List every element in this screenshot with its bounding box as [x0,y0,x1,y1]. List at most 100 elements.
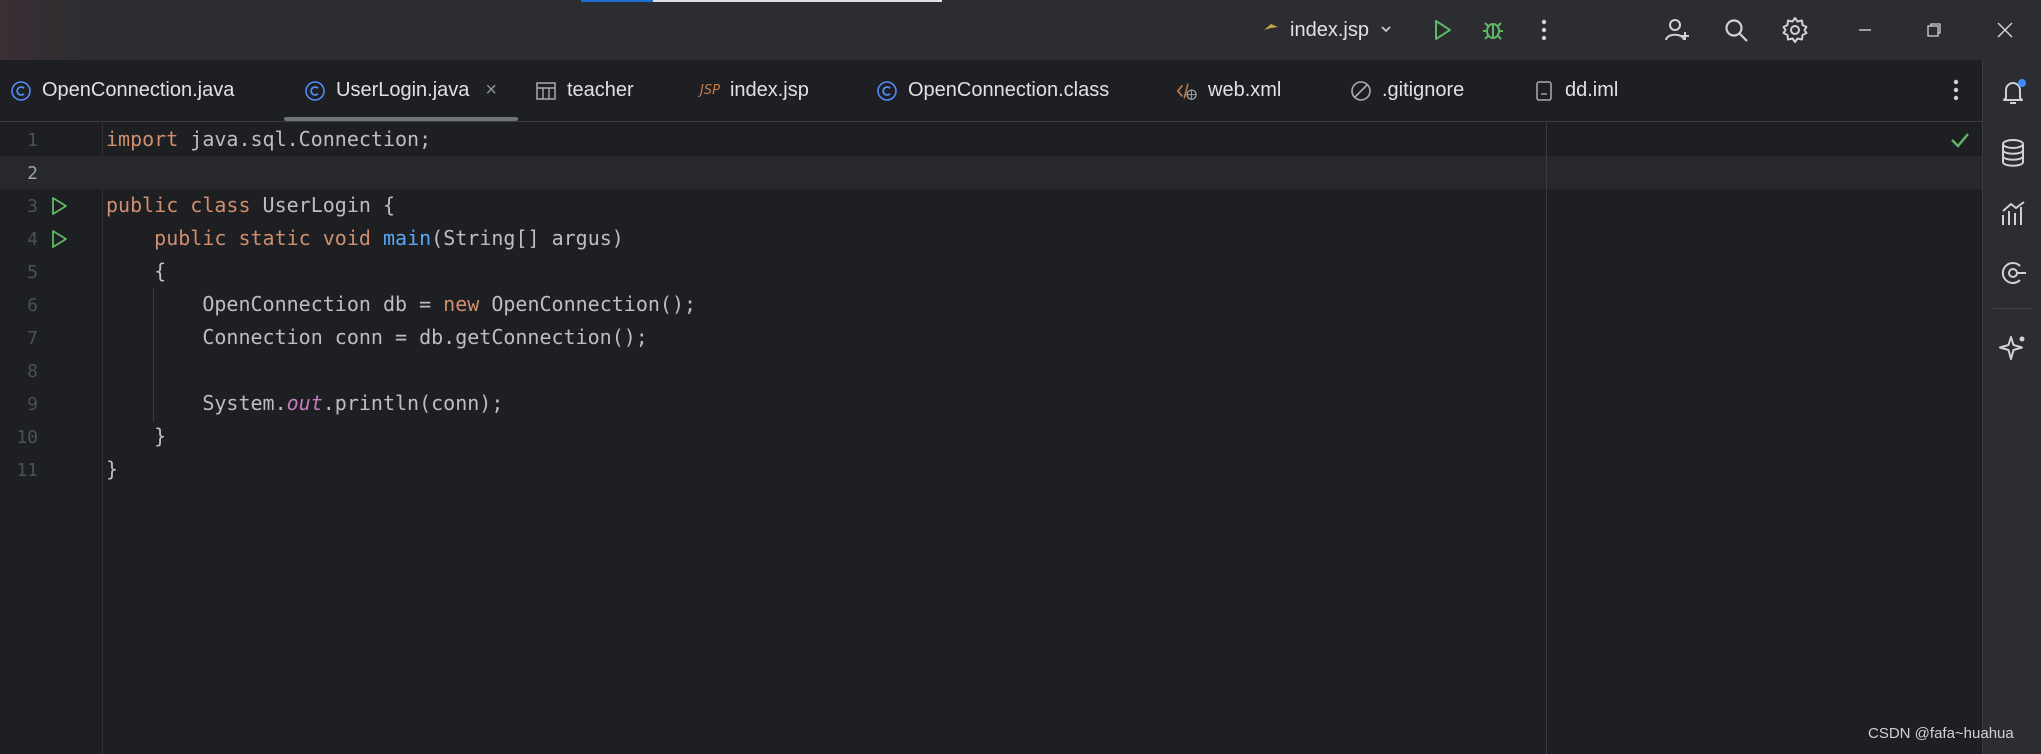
code-token: .println(conn); [322,391,504,415]
code-token: System. [106,391,287,415]
tab-teacher[interactable]: teacher [535,60,634,121]
line-number: 6 [27,295,38,316]
code-token-static-field: out [286,391,323,415]
close-tab-icon[interactable]: × [485,79,497,102]
tab-web-xml[interactable]: web.xml [1176,60,1281,121]
code-token-fn: main [382,226,432,250]
window-corner-decoration [0,0,100,60]
line-number: 3 [27,196,38,217]
code-token: } [106,457,119,481]
code-token-kw: new [443,292,480,316]
code-token: OpenConnection(); [479,292,697,316]
tab-userlogin-java[interactable]: UserLogin.java × [284,60,518,121]
ai-assistant-button[interactable] [1995,330,2031,366]
tab-label: teacher [567,79,634,101]
chart-icon [2002,201,2025,225]
restore-window-button[interactable] [1918,14,1950,46]
search-button[interactable] [1720,14,1752,46]
tab-label: .gitignore [1382,79,1465,101]
line-number: 2 [27,163,38,184]
class-icon [304,80,326,102]
more-actions-button[interactable] [1528,14,1560,46]
tab-label: index.jsp [729,79,809,101]
code-token: (String[] argus) [431,226,624,250]
code-token-kw: static [238,226,311,250]
line-number: 5 [27,262,38,283]
more-vertical-icon [1541,19,1547,41]
run-icon [1435,20,1451,40]
code-line[interactable]: System.out.println(conn); [106,387,503,420]
run-icon [52,230,67,248]
code-line[interactable]: public class UserLogin { [106,189,395,222]
tab-label: OpenConnection.class [908,79,1110,101]
tab-gitignore[interactable]: .gitignore [1350,60,1464,121]
run-configuration-label: index.jsp [1290,18,1369,41]
bell-icon [2003,79,2026,104]
line-number: 1 [27,130,38,151]
tool-bar-separator [1993,308,2033,309]
code-token: java.sql.Connection; [178,127,432,151]
code-token: Connection conn = db.getConnection(); [106,325,648,349]
settings-button[interactable] [1779,14,1811,46]
chevron-down-icon [1379,19,1393,42]
code-line[interactable]: import java.sql.Connection; [106,123,431,156]
code-line[interactable]: public static void main(String[] argus) [106,222,624,255]
code-line[interactable]: Connection conn = db.getConnection(); [106,321,648,354]
code-line[interactable]: } [106,420,166,453]
line-number: 10 [16,427,38,448]
code-token: } [106,424,167,448]
debug-button[interactable] [1477,14,1509,46]
minimize-window-button[interactable] [1849,14,1881,46]
endpoints-tool-button[interactable] [1995,255,2031,291]
class-icon [876,80,898,102]
run-main-gutter-button[interactable] [48,228,70,250]
code-line[interactable]: OpenConnection db = new OpenConnection()… [106,288,696,321]
title-bar: index.jsp [0,0,2041,60]
line-number: 8 [27,361,38,382]
profiler-tool-button[interactable] [1995,195,2031,231]
database-tool-button[interactable] [1995,135,2031,171]
add-user-icon [1665,19,1689,41]
code-token-kw: class [190,193,251,217]
add-user-button[interactable] [1661,14,1693,46]
sparkle-icon [1999,336,2025,360]
code-line[interactable]: { [106,255,166,288]
current-line-highlight [0,156,1982,189]
iml-icon [1533,80,1555,102]
tab-label: web.xml [1208,79,1282,101]
line-number: 11 [16,460,38,481]
editor-tab-bar: OpenConnection.java UserLogin.java × tea… [0,60,1982,122]
bug-icon [1483,22,1503,40]
jsp-run-icon [1262,18,1280,42]
code-token-kw: void [322,226,371,250]
minimize-icon [1859,29,1871,31]
run-icon [52,197,67,215]
inspection-ok-icon[interactable] [1948,128,1972,152]
close-window-button[interactable] [1989,14,2021,46]
line-number: 4 [27,229,38,250]
tab-index-jsp[interactable]: JSP index.jsp [700,60,809,121]
right-tool-window-bar [1982,60,2041,754]
jsp-icon: JSP [700,83,720,98]
code-line[interactable]: } [106,453,118,486]
tab-openconnection-java[interactable]: OpenConnection.java [10,60,234,121]
notifications-button[interactable] [1995,74,2031,110]
line-number: 7 [27,328,38,349]
progress-bar-segment [581,0,653,2]
tab-label: UserLogin.java [336,79,470,101]
code-token-kw: import [106,127,179,151]
gear-icon [1782,17,1808,43]
tab-list-button[interactable] [1940,74,1972,106]
tab-openconnection-class[interactable]: OpenConnection.class [876,60,1109,121]
watermark: CSDN @fafa~huahua [1868,725,2014,742]
run-class-gutter-button[interactable] [48,195,70,217]
tab-dd-iml[interactable]: dd.iml [1533,60,1618,121]
run-button[interactable] [1426,14,1458,46]
code-token-kw: public [154,226,227,250]
ignore-icon [1350,80,1372,102]
run-configuration-selector[interactable]: index.jsp [1262,14,1393,46]
